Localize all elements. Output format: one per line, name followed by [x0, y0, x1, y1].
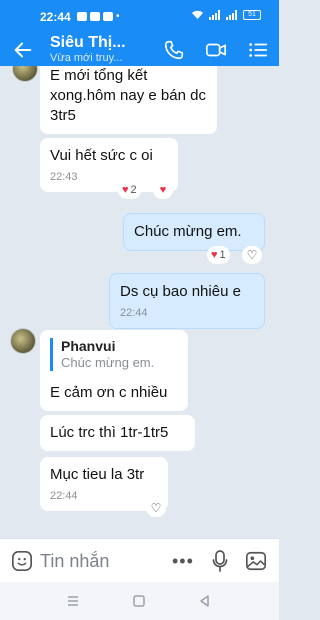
- more-icon[interactable]: •••: [172, 552, 194, 570]
- wifi-icon: [192, 10, 203, 19]
- message-bubble[interactable]: Lúc trc thì 1tr-1tr5: [40, 415, 195, 451]
- message-list[interactable]: E mới tổng kết xong.hôm nay e bán dc 3tr…: [0, 66, 279, 538]
- status-bar: 22:44 • 51: [0, 0, 279, 34]
- back-nav-icon[interactable]: [198, 594, 212, 608]
- message-bubble-sent[interactable]: Ds cụ bao nhiêu e 22:44: [109, 273, 265, 329]
- battery-icon: 51: [243, 10, 261, 20]
- system-icons: 51: [191, 10, 261, 20]
- message-time: 22:44: [120, 307, 148, 319]
- phone-icon[interactable]: [163, 39, 185, 61]
- message-bubble[interactable]: Phanvui Chúc mừng em. E cảm ơn c nhiều: [40, 330, 188, 411]
- arrow-left-icon[interactable]: [12, 39, 34, 61]
- mic-icon[interactable]: [212, 550, 228, 572]
- dot-icon: •: [116, 11, 120, 22]
- heart-icon: ♥: [211, 249, 218, 261]
- avatar[interactable]: [12, 66, 38, 82]
- message-bubble[interactable]: E mới tổng kết xong.hôm nay e bán dc 3tr…: [40, 66, 217, 134]
- home-icon[interactable]: [132, 594, 146, 608]
- youtube-icon: [103, 12, 113, 21]
- chat-subtitle: Vừa mới truy...: [50, 52, 123, 64]
- composer-bar: •••: [0, 538, 279, 582]
- chat-title[interactable]: Siêu Thị...: [50, 34, 126, 52]
- reaction-count: 2: [130, 184, 137, 196]
- message-text: Vui hết sức c oi: [50, 147, 153, 164]
- react-button[interactable]: ♥: [153, 181, 173, 199]
- chat-header: Siêu Thị... Vừa mới truy...: [0, 34, 279, 66]
- reply-author: Phanvui: [61, 338, 116, 354]
- message-text: E cảm ơn c nhiều: [50, 384, 168, 401]
- react-button[interactable]: ♡: [242, 246, 262, 264]
- video-icon[interactable]: [205, 39, 227, 61]
- message-text: E mới tổng kết xong.hôm nay e bán dc 3tr…: [50, 67, 206, 124]
- reaction-badge[interactable]: ♥ 1: [207, 246, 230, 264]
- emoji-icon[interactable]: [11, 550, 33, 572]
- heart-icon: ♥: [159, 184, 167, 196]
- status-time: 22:44: [40, 10, 71, 24]
- signal-icon: [209, 10, 220, 20]
- react-button[interactable]: ♡: [146, 499, 166, 517]
- message-text: Chúc mừng em.: [134, 223, 242, 240]
- message-input[interactable]: [40, 547, 160, 575]
- recents-icon[interactable]: [66, 594, 80, 608]
- message-text: Mục tieu la 3tr: [50, 466, 145, 483]
- message-text: Ds cụ bao nhiêu e: [120, 283, 241, 300]
- message-bubble-sent[interactable]: Chúc mừng em.: [123, 213, 265, 251]
- reply-quote[interactable]: Phanvui Chúc mừng em.: [50, 338, 178, 371]
- messenger-icon: [77, 12, 87, 21]
- system-nav-bar: [0, 582, 279, 620]
- message-text: Lúc trc thì 1tr-1tr5: [50, 424, 169, 441]
- reply-text: Chúc mừng em.: [61, 355, 155, 370]
- reaction-badge[interactable]: ♥ 2: [118, 181, 141, 199]
- heart-outline-icon: ♡: [150, 501, 162, 515]
- signal-icon-2: [226, 10, 237, 20]
- avatar[interactable]: [10, 328, 36, 354]
- notification-icons: •: [77, 11, 120, 22]
- list-icon[interactable]: [247, 39, 269, 61]
- person-icon: [90, 12, 100, 21]
- heart-icon: ♥: [122, 184, 129, 196]
- message-time: 22:43: [50, 171, 78, 183]
- heart-outline-icon: ♡: [246, 248, 258, 262]
- reaction-count: 1: [219, 249, 226, 261]
- image-icon[interactable]: [245, 550, 267, 572]
- message-time: 22:44: [50, 490, 78, 502]
